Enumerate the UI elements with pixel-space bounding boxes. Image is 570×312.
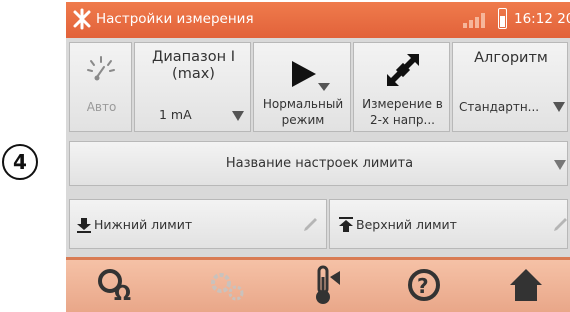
device-screen: Настройки измерения 16:12 2019.02.10 Авт… (66, 2, 570, 312)
algorithm-title: Алгоритм (474, 50, 548, 66)
settings-gears-icon[interactable] (208, 271, 248, 303)
page-title: Настройки измерения (96, 11, 254, 27)
signal-icon (463, 13, 485, 28)
mode-label: Нормальный режим (262, 97, 344, 127)
gauge-icon (87, 56, 115, 81)
chevron-down-icon (554, 160, 566, 170)
lower-limit-label: Нижний лимит (94, 217, 193, 232)
measurement-direction-button[interactable]: Измерение в 2-х напр... (353, 42, 450, 132)
header-bar: Настройки измерения 16:12 2019.02.10 (66, 2, 570, 38)
algorithm-selector[interactable]: Алгоритм Стандартн... (452, 42, 568, 132)
upper-limit-field[interactable]: Верхний лимит (329, 199, 568, 249)
mode-button[interactable]: Нормальный режим (253, 42, 351, 132)
step-number: 4 (13, 150, 27, 174)
upper-limit-icon (339, 217, 353, 232)
range-selector[interactable]: Диапазон I (max) 1 mA (134, 42, 251, 132)
toolbar-divider (66, 257, 570, 260)
pencil-icon (554, 218, 567, 231)
auto-button[interactable]: Авто (69, 42, 132, 132)
play-icon (292, 61, 330, 91)
home-icon[interactable] (508, 267, 544, 303)
resistance-icon[interactable]: Ω (96, 267, 136, 303)
range-value: 1 mA (159, 107, 192, 122)
bottom-toolbar: Ω ? (66, 257, 570, 312)
logo-icon (73, 8, 91, 30)
lower-limit-field[interactable]: Нижний лимит (69, 199, 327, 249)
upper-limit-label: Верхний лимит (356, 217, 457, 232)
lower-limit-icon (77, 218, 91, 233)
pencil-icon (304, 218, 317, 231)
step-number-circle: 4 (2, 144, 38, 180)
bidirectional-arrows-icon (387, 54, 419, 86)
thermometer-icon[interactable] (312, 265, 342, 307)
auto-label: Авто (86, 100, 117, 114)
measurement-label: Измерение в 2-х напр... (362, 97, 443, 127)
chevron-down-icon (232, 111, 244, 121)
chevron-down-icon (553, 102, 565, 112)
help-icon[interactable]: ? (406, 267, 442, 303)
algorithm-value: Стандартн... (459, 100, 540, 114)
range-title: Диапазон I (max) (152, 49, 235, 82)
battery-icon (498, 8, 507, 29)
limit-settings-dropdown[interactable]: Название настроек лимита (69, 141, 568, 186)
limit-settings-label: Название настроек лимита (225, 156, 414, 171)
svg-text:Ω: Ω (114, 281, 131, 303)
clock: 16:12 2019.02.10 (514, 11, 570, 27)
svg-text:?: ? (417, 274, 429, 298)
